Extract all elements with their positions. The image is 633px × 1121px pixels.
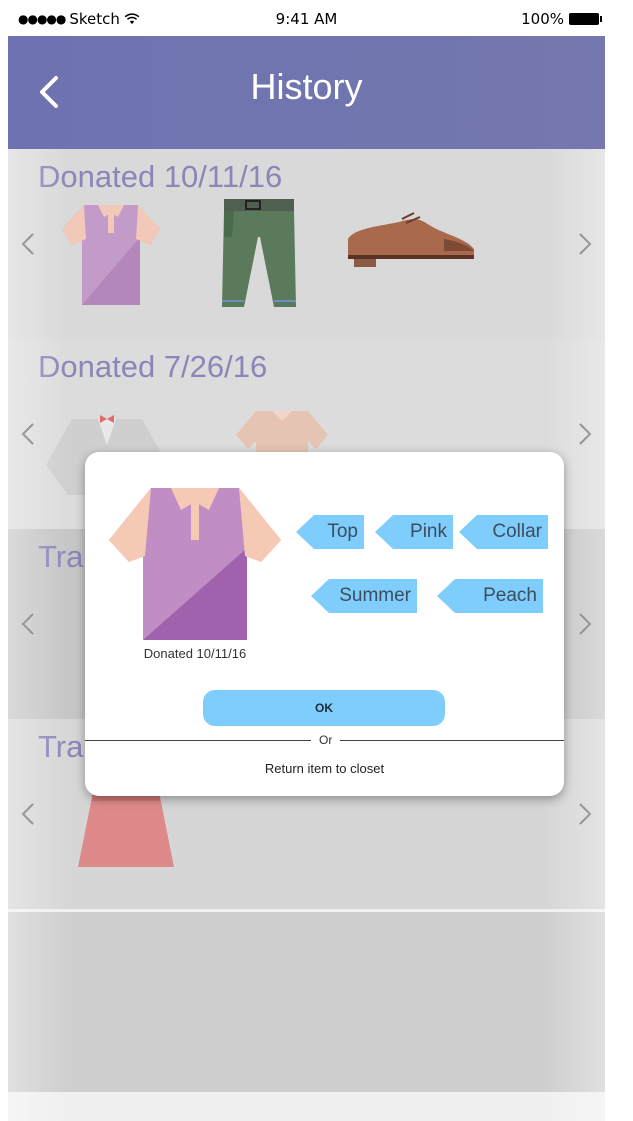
- section-title: Donated 10/11/16: [38, 159, 283, 194]
- tag-collar[interactable]: Collar: [459, 515, 548, 549]
- status-bar: ●●●●● Sketch 9:41 AM 100%: [8, 0, 605, 36]
- empty-section: [8, 912, 605, 1092]
- item-detail-dialog: Donated 10/11/16 Top Pink Collar Summer …: [85, 452, 564, 796]
- tag-pink[interactable]: Pink: [375, 515, 453, 549]
- return-to-closet-link[interactable]: Return item to closet: [85, 761, 564, 776]
- left-shade: [8, 149, 68, 1121]
- battery-percent: 100%: [521, 10, 564, 28]
- donation-date: Donated 10/11/16: [143, 646, 247, 661]
- battery-icon: [569, 13, 602, 25]
- skirt-image[interactable]: [76, 795, 176, 869]
- ok-button[interactable]: OK: [203, 690, 445, 726]
- shirt-image: [109, 488, 281, 640]
- nav-header: History: [8, 36, 605, 149]
- phone-screen: ●●●●● Sketch 9:41 AM 100% History Donate…: [8, 0, 605, 1121]
- section-title: Donated 7/26/16: [38, 349, 268, 384]
- page-title: History: [250, 66, 363, 107]
- status-right: 100%: [521, 10, 602, 28]
- status-time: 9:41 AM: [275, 10, 338, 28]
- pants-image[interactable]: [214, 197, 304, 312]
- history-section: Donated 10/11/16: [8, 149, 605, 339]
- or-label: Or: [311, 733, 341, 747]
- shirt-image[interactable]: [56, 199, 166, 309]
- shoe-image[interactable]: [344, 209, 480, 269]
- tag-top[interactable]: Top: [296, 515, 364, 549]
- tag-peach[interactable]: Peach: [437, 579, 543, 613]
- tag-summer[interactable]: Summer: [311, 579, 417, 613]
